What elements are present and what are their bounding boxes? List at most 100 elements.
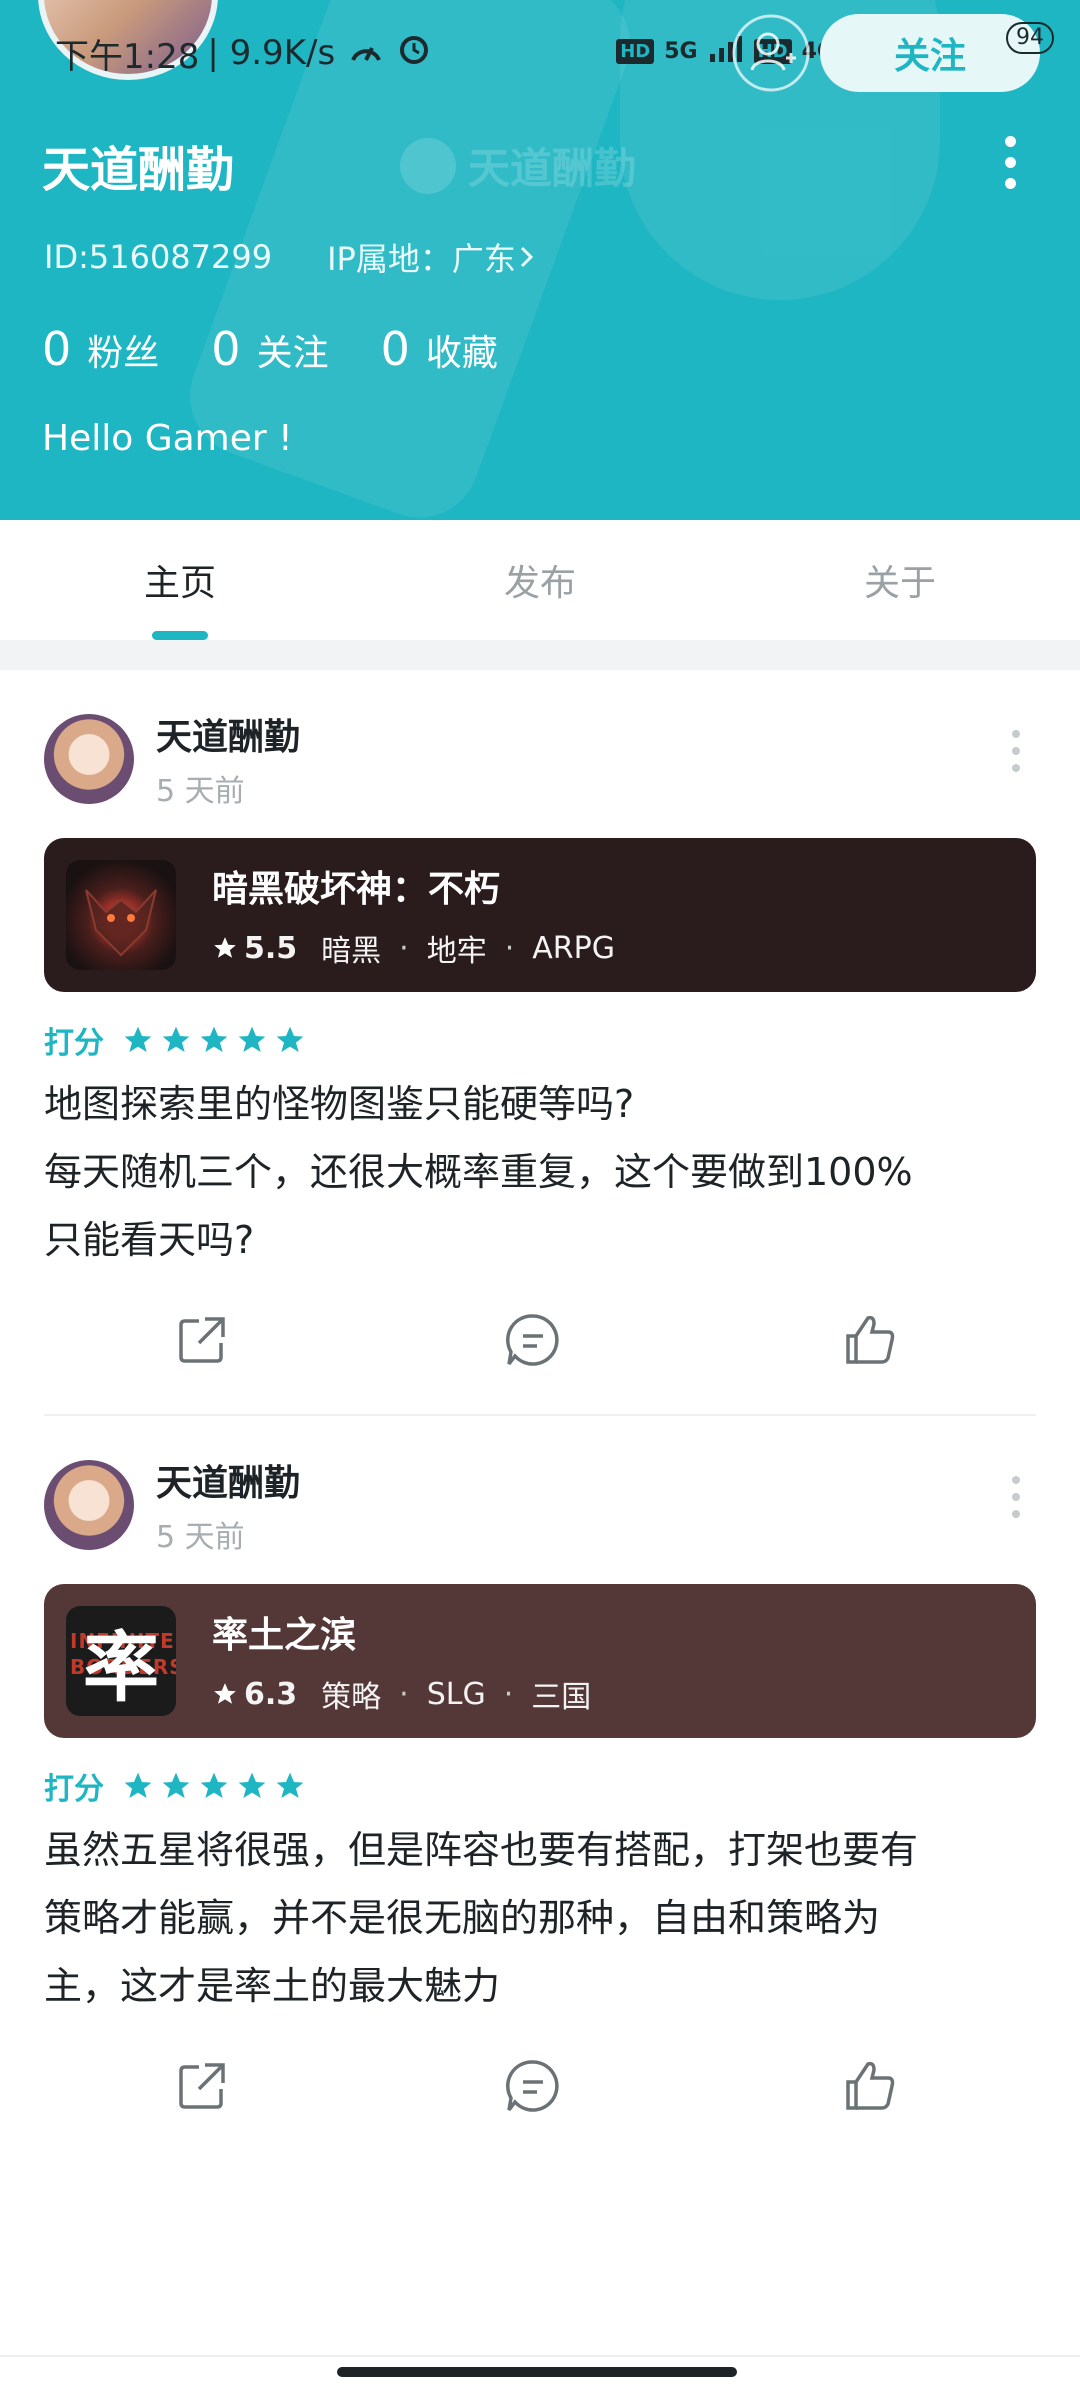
game-score-value: 6.3	[244, 1676, 298, 1712]
follow-label: 关注	[893, 36, 966, 77]
post-content[interactable]: 虽然五星将很强，但是阵容也要有搭配，打架也要有 策略才能赢，并不是很无脑的那种，…	[44, 1816, 1044, 2020]
game-card[interactable]: INFINITE BORDERS 率 率土之滨 6.3 策略 · SLG · 三…	[44, 1584, 1036, 1738]
post-text-line: 虽然五星将很强，但是阵容也要有搭配，打架也要有	[44, 1828, 919, 1872]
share-icon	[179, 2063, 225, 2109]
watermark-logo-icon	[400, 137, 456, 194]
game-tag: 三国	[531, 1680, 592, 1715]
like-button[interactable]	[830, 2046, 910, 2126]
post-content[interactable]: 地图探索里的怪物图鉴只能硬等吗? 每天随机三个，还很大概率重复，这个要做到100…	[44, 1070, 1044, 1274]
profile-ids: ID:516087299 IP属地：广东	[44, 234, 538, 280]
user-id: ID:516087299	[44, 238, 273, 276]
ip-location-link[interactable]: IP属地：广东	[327, 234, 538, 280]
status-speed: | 9.9K/s	[207, 33, 336, 73]
post-author-name: 天道酬勤	[156, 1463, 301, 1504]
avatar[interactable]	[44, 714, 134, 804]
game-icon-diablo	[66, 860, 176, 970]
like-icon	[846, 2061, 895, 2110]
tab-home-label: 主页	[143, 563, 216, 604]
stat-followers-count[interactable]: 0	[42, 322, 71, 376]
game-icon-infinite-borders: INFINITE BORDERS 率	[66, 1606, 176, 1716]
post-time: 5 天前	[156, 774, 245, 809]
post-text-line: 主，这才是率土的最大魅力	[44, 1964, 501, 2008]
share-icon	[179, 1317, 225, 1363]
star-icon	[124, 1772, 152, 1798]
profile-header: 下午1:28 | 9.9K/s HD 5G HD 4G 关注 94 天道酬勤 天…	[0, 0, 1080, 520]
share-button[interactable]	[162, 2046, 242, 2126]
watermark-text: 天道酬勤	[468, 144, 637, 193]
rating-label: 打分	[44, 1026, 104, 1061]
dot	[1004, 157, 1016, 168]
dot	[1012, 764, 1020, 772]
game-tag: 地牢	[426, 934, 487, 969]
tag-separator: ·	[504, 930, 515, 966]
stat-favorites-count[interactable]: 0	[381, 322, 410, 376]
post-more-button[interactable]	[1012, 730, 1020, 772]
comment-button[interactable]	[493, 2046, 573, 2126]
game-tag: SLG	[426, 1676, 486, 1712]
post-text-line: 策略才能赢，并不是很无脑的那种，自由和策略为	[44, 1896, 881, 1940]
game-icon-char: 率	[83, 1623, 159, 1712]
game-title: 率土之滨	[212, 1615, 357, 1656]
tab-indicator	[152, 631, 208, 640]
stat-followers-label[interactable]: 粉丝	[87, 324, 159, 376]
tag-separator: ·	[399, 930, 409, 966]
star-icon	[214, 1683, 236, 1704]
tab-home[interactable]: 主页	[0, 520, 360, 640]
profile-bio: Hello Gamer !	[42, 418, 293, 459]
post-text-line: 每天随机三个，还很大概率重复，这个要做到100%	[44, 1150, 913, 1194]
game-title: 暗黑破坏神：不朽	[212, 869, 501, 910]
signal-5g-label: 5G	[664, 38, 698, 64]
star-icon	[238, 1772, 266, 1798]
dot	[1004, 136, 1016, 147]
tab-posts[interactable]: 发布	[360, 520, 720, 640]
post-rating: 打分	[44, 1764, 306, 1808]
rating-label: 打分	[44, 1772, 104, 1807]
post-author-name: 天道酬勤	[156, 717, 301, 758]
tag-separator: ·	[399, 1676, 409, 1712]
share-button[interactable]	[162, 1300, 242, 1380]
chevron-right-icon	[520, 246, 533, 268]
follow-button[interactable]: 关注	[820, 14, 1040, 92]
star-icon	[124, 1026, 152, 1052]
add-user-button[interactable]	[712, 12, 830, 94]
battery-indicator: 94	[1006, 22, 1054, 54]
avatar[interactable]	[44, 1460, 134, 1550]
status-time: 下午1:28	[55, 36, 200, 77]
game-score: 5.5	[212, 931, 297, 966]
post-author[interactable]: 天道酬勤 5 天前	[44, 708, 300, 810]
star-icon	[200, 1026, 228, 1052]
post-text-line: 只能看天吗?	[44, 1218, 255, 1262]
tab-about-label: 关于	[863, 563, 936, 604]
dot	[1012, 1476, 1020, 1484]
game-tag: 暗黑	[321, 934, 382, 969]
game-score: 6.3	[212, 1677, 297, 1712]
stat-following-label[interactable]: 关注	[257, 324, 329, 376]
stat-following-count[interactable]: 0	[211, 322, 240, 376]
profile-stats: 0 粉丝 0 关注 0 收藏	[42, 322, 550, 376]
like-button[interactable]	[830, 1300, 910, 1380]
profile-name: 天道酬勤	[42, 142, 235, 198]
game-tag: ARPG	[532, 930, 615, 966]
post-author[interactable]: 天道酬勤 5 天前	[44, 1454, 300, 1556]
star-icon	[162, 1772, 190, 1798]
hotspot-icon	[349, 34, 383, 72]
rating-stars	[122, 1770, 306, 1802]
star-icon	[200, 1772, 228, 1798]
more-options-button[interactable]	[1000, 136, 1020, 189]
profile-tabs: 主页 发布 关于	[0, 520, 1080, 640]
post-actions	[0, 2046, 1080, 2126]
stat-favorites-label[interactable]: 收藏	[426, 324, 498, 376]
bottom-divider	[0, 2355, 1080, 2357]
star-icon	[162, 1026, 190, 1052]
ip-location: IP属地：广东	[327, 240, 516, 278]
comment-button[interactable]	[493, 1300, 573, 1380]
tab-about[interactable]: 关于	[720, 520, 1080, 640]
post-more-button[interactable]	[1012, 1476, 1020, 1518]
alarm-icon	[397, 32, 431, 74]
game-card[interactable]: 暗黑破坏神：不朽 5.5 暗黑 · 地牢 · ARPG	[44, 838, 1036, 992]
section-divider	[0, 640, 1080, 670]
like-icon	[846, 1315, 895, 1364]
star-icon	[276, 1026, 304, 1052]
home-indicator[interactable]	[337, 2367, 737, 2377]
rating-stars	[122, 1024, 306, 1056]
